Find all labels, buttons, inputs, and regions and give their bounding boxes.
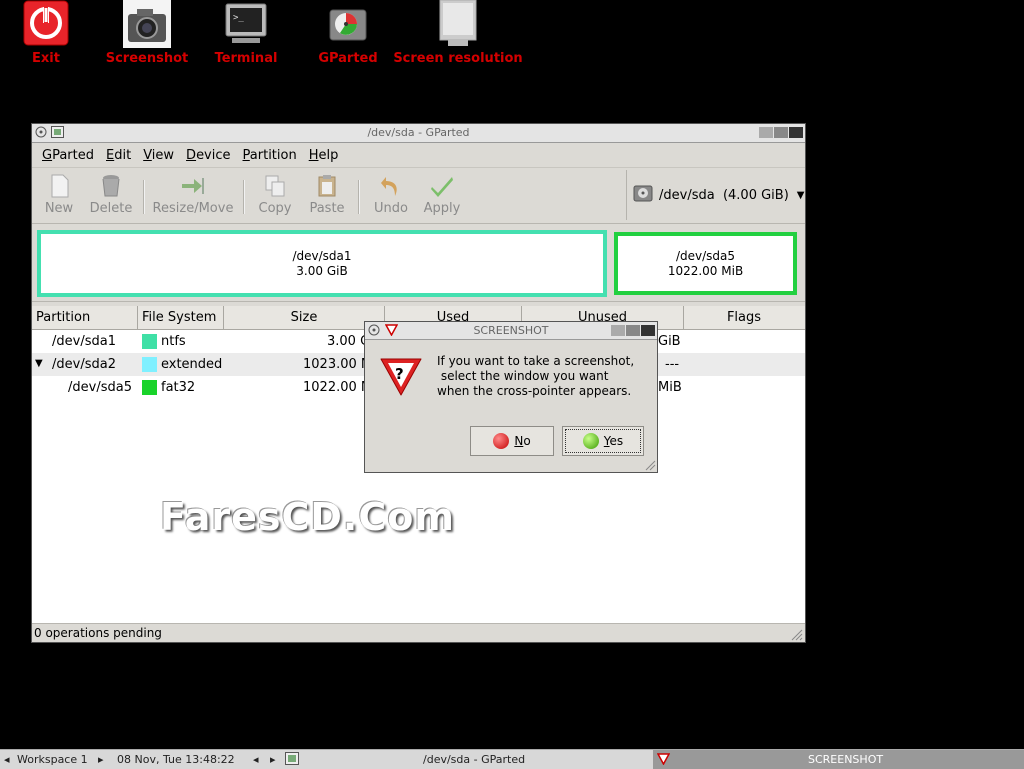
desktop-icon-label: GParted [318,51,378,66]
column-header-partition[interactable]: Partition [32,306,138,329]
status-text: 0 operations pending [34,626,162,640]
minimize-button[interactable] [759,127,773,138]
desktop-icon-exit[interactable]: Exit [18,0,74,66]
resize-arrow-icon [180,174,206,198]
monitor-icon [434,0,482,48]
task-gparted[interactable]: /dev/sda - GParted [423,753,525,766]
watermark: FaresCD.Com [160,495,455,539]
column-header-filesystem[interactable]: File System [138,306,224,329]
disk-map: /dev/sda1 3.00 GiB /dev/sda5 1022.00 MiB [32,224,805,302]
copy-button[interactable]: Copy [258,174,292,216]
column-header-size[interactable]: Size [224,306,385,329]
menubar: GParted Edit View Device Partition Help [32,143,805,168]
undo-button[interactable]: Undo [372,174,410,216]
next-task-icon[interactable]: ▸ [270,753,276,766]
minimize-button[interactable] [611,325,625,336]
yes-button[interactable]: Yes [562,426,644,456]
status-bar: 0 operations pending [32,623,805,642]
menu-gparted[interactable]: GParted [36,148,100,163]
disk-icon [324,0,372,48]
desktop-icon-screen-resolution[interactable]: Screen resolution [392,0,524,66]
svg-text:?: ? [395,365,404,383]
undo-icon [378,174,404,198]
harddisk-icon [633,183,653,207]
copy-icon [262,174,288,198]
menu-device[interactable]: Device [180,148,236,163]
disk-map-partition-sda1[interactable]: /dev/sda1 3.00 GiB [37,230,607,297]
window-title: /dev/sda - GParted [367,126,470,139]
window-titlebar[interactable]: /dev/sda - GParted [32,124,805,143]
apply-button[interactable]: Apply [422,174,462,216]
workspace-label[interactable]: Workspace 1 [17,753,88,766]
desktop-icon-label: Terminal [214,51,278,66]
desktop-icon-label: Screenshot [105,51,189,66]
close-button[interactable] [641,325,655,336]
question-warning-icon: ? [379,355,423,401]
menu-help[interactable]: Help [303,148,345,163]
desktop-icon-label: Exit [32,51,60,66]
desktop-icon-gparted[interactable]: GParted [310,0,386,66]
camera-icon [123,0,171,48]
power-icon [22,0,70,48]
new-document-icon [46,174,72,198]
column-header-flags[interactable]: Flags [684,306,804,329]
color-swatch [142,380,157,395]
maximize-button[interactable] [774,127,788,138]
delete-button[interactable]: Delete [88,174,134,216]
color-swatch [142,334,157,349]
prev-task-icon[interactable]: ◂ [253,753,259,766]
desktop-icon-screenshot[interactable]: Screenshot [104,0,190,66]
clock: 08 Nov, Tue 13:48:22 [117,753,235,766]
desktop-icon-label: Screen resolution [393,51,523,66]
svg-text:>_: >_ [233,13,244,23]
warning-small-icon [656,753,671,768]
color-swatch [142,357,157,372]
menu-edit[interactable]: Edit [100,148,137,163]
no-button[interactable]: No [470,426,554,456]
expander-icon[interactable]: ▼ [35,358,43,369]
app-icon [285,752,299,768]
resize-grip-icon[interactable] [644,459,656,471]
resize-move-button[interactable]: Resize/Move [152,174,234,216]
red-orb-icon [493,433,510,449]
disk-map-partition-sda5[interactable]: /dev/sda5 1022.00 MiB [614,232,797,295]
green-orb-icon [582,433,599,449]
device-selector-label: /dev/sda (4.00 GiB) [659,187,789,203]
dialog-message: If you want to take a screenshot, select… [437,354,635,398]
taskbar: ◂ Workspace 1 ▸ 08 Nov, Tue 13:48:22 ◂ ▸… [0,749,1024,769]
terminal-icon: >_ [222,0,270,48]
maximize-button[interactable] [626,325,640,336]
new-button[interactable]: New [42,174,76,216]
paste-button[interactable]: Paste [308,174,346,216]
trash-icon [98,174,124,198]
desktop-icon-terminal[interactable]: >_ Terminal [208,0,284,66]
workspace-prev-icon[interactable]: ◂ [4,753,10,766]
screenshot-dialog: SCREENSHOT ? If you want to take a scree… [364,321,658,473]
close-button[interactable] [789,127,803,138]
device-selector[interactable]: /dev/sda (4.00 GiB) ▼ [626,170,807,220]
dialog-titlebar[interactable]: SCREENSHOT [365,322,657,340]
resize-grip-icon[interactable] [789,627,803,641]
toolbar: New Delete Resize/Move Copy Paste Undo A… [32,168,805,224]
paste-icon [314,174,340,198]
workspace-next-icon[interactable]: ▸ [98,753,104,766]
menu-partition[interactable]: Partition [237,148,303,163]
task-screenshot[interactable]: SCREENSHOT [653,750,1024,769]
chevron-down-icon: ▼ [796,189,805,201]
checkmark-icon [429,174,455,198]
menu-view[interactable]: View [137,148,180,163]
